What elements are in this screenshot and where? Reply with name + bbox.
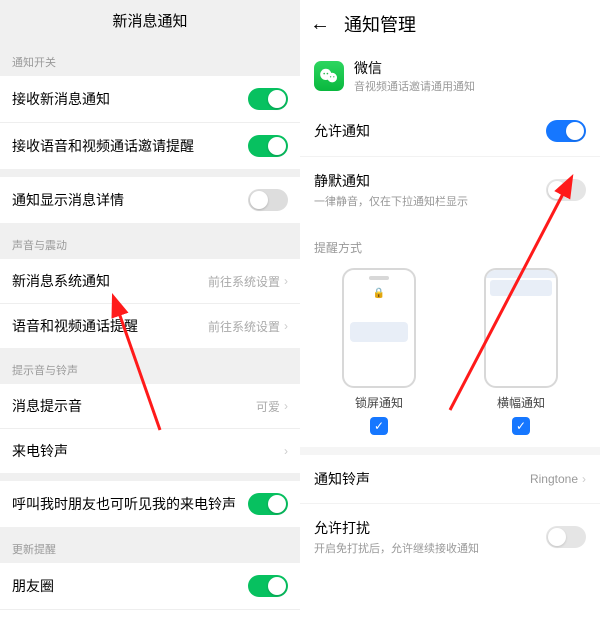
chevron-right-icon: › xyxy=(582,472,586,486)
row-friends-hear[interactable]: 呼叫我时朋友也可听见我的来电铃声 xyxy=(0,481,300,527)
style-lock[interactable]: 🔒 锁屏通知 ✓ xyxy=(342,268,416,435)
row-silent[interactable]: 静默通知 一律静音，仅在下拉通知栏显示 xyxy=(300,156,600,223)
chevron-right-icon: › xyxy=(284,319,288,333)
style-label: 横幅通知 xyxy=(497,394,545,411)
app-sub: 音视频通话邀请通用通知 xyxy=(354,78,475,94)
app-block: 微信 音视频通话邀请通用通知 xyxy=(300,48,600,106)
row-value: Ringtone xyxy=(530,472,578,486)
toggle-allow-notify[interactable] xyxy=(546,120,586,142)
chevron-right-icon: › xyxy=(284,399,288,413)
row-call-reminder[interactable]: 语音和视频通话提醒 前往系统设置 › xyxy=(0,304,300,348)
row-label: 允许打扰 xyxy=(314,518,479,538)
row-label: 接收语音和视频通话邀请提醒 xyxy=(12,136,248,156)
row-sub: 开启免打扰后，允许继续接收通知 xyxy=(314,540,479,556)
checkbox-lock[interactable]: ✓ xyxy=(370,417,388,435)
row-label: 呼叫我时朋友也可听见我的来电铃声 xyxy=(12,494,248,514)
row-value: 前往系统设置 xyxy=(208,273,280,290)
toggle-show-detail[interactable] xyxy=(248,189,288,211)
row-label: 语音和视频通话提醒 xyxy=(12,316,208,336)
right-pane: ← 通知管理 微信 音视频通话邀请通用通知 允许通知 静默通知 一律静音，仅在下… xyxy=(300,0,600,619)
section-header-update: 更新提醒 xyxy=(0,527,300,563)
toggle-friends-hear[interactable] xyxy=(248,493,288,515)
section-header-sound: 声音与震动 xyxy=(0,223,300,259)
row-new-msg-sys[interactable]: 新消息系统通知 前往系统设置 › xyxy=(0,259,300,304)
row-value: 前往系统设置 xyxy=(208,318,280,335)
toggle-silent[interactable] xyxy=(546,179,586,201)
toggle-receive-call[interactable] xyxy=(248,135,288,157)
row-label: 来电铃声 xyxy=(12,441,284,461)
row-label: 静默通知 xyxy=(314,171,468,191)
row-label: 通知铃声 xyxy=(314,469,370,489)
row-show-detail[interactable]: 通知显示消息详情 xyxy=(0,177,300,223)
wechat-icon xyxy=(314,61,344,91)
row-allow-notify[interactable]: 允许通知 xyxy=(300,106,600,156)
row-ringtone[interactable]: 来电铃声 › xyxy=(0,429,300,473)
notification-style-picker: 🔒 锁屏通知 ✓ 横幅通知 ✓ xyxy=(300,264,600,447)
row-label: 接收新消息通知 xyxy=(12,89,248,109)
chevron-right-icon: › xyxy=(284,274,288,288)
toggle-dnd[interactable] xyxy=(546,526,586,548)
checkbox-banner[interactable]: ✓ xyxy=(512,417,530,435)
row-msg-sound[interactable]: 消息提示音 可爱 › xyxy=(0,384,300,429)
row-label: 通知显示消息详情 xyxy=(12,190,248,210)
row-label: 允许通知 xyxy=(314,121,370,141)
phone-banner-preview xyxy=(484,268,558,388)
page-title-left: 新消息通知 xyxy=(0,0,300,40)
row-label: 朋友圈 xyxy=(12,576,248,596)
row-value: 可爱 xyxy=(256,398,280,415)
row-receive-call[interactable]: 接收语音和视频通话邀请提醒 xyxy=(0,123,300,169)
toggle-receive-new[interactable] xyxy=(248,88,288,110)
page-title-right: 通知管理 xyxy=(344,11,416,37)
row-dnd[interactable]: 允许打扰 开启免打扰后，允许继续接收通知 xyxy=(300,503,600,570)
style-banner[interactable]: 横幅通知 ✓ xyxy=(484,268,558,435)
row-moments[interactable]: 朋友圈 xyxy=(0,563,300,610)
left-pane: 新消息通知 通知开关 接收新消息通知 接收语音和视频通话邀请提醒 通知显示消息详… xyxy=(0,0,300,619)
right-header: ← 通知管理 xyxy=(300,0,600,48)
section-header-alert: 提示音与铃声 xyxy=(0,348,300,384)
row-sub: 一律静音，仅在下拉通知栏显示 xyxy=(314,193,468,209)
phone-lock-preview: 🔒 xyxy=(342,268,416,388)
row-label: 消息提示音 xyxy=(12,396,256,416)
style-label: 锁屏通知 xyxy=(355,394,403,411)
section-header-switch: 通知开关 xyxy=(0,40,300,76)
section-style-header: 提醒方式 xyxy=(300,223,600,264)
toggle-moments[interactable] xyxy=(248,575,288,597)
row-label: 新消息系统通知 xyxy=(12,271,208,291)
back-icon[interactable]: ← xyxy=(310,13,330,36)
row-receive-new[interactable]: 接收新消息通知 xyxy=(0,76,300,123)
chevron-right-icon: › xyxy=(284,444,288,458)
row-notify-ringtone[interactable]: 通知铃声 Ringtone › xyxy=(300,455,600,503)
app-name: 微信 xyxy=(354,58,475,78)
row-channels[interactable]: 视频号 xyxy=(0,610,300,619)
lock-icon: 🔒 xyxy=(373,288,385,299)
